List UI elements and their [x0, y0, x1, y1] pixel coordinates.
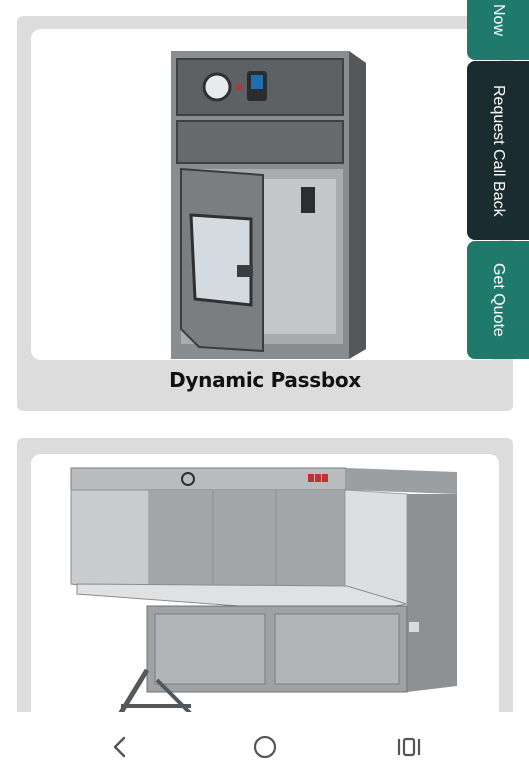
product-card[interactable]: Dynamic Passbox: [17, 16, 513, 411]
recents-bars-icon: [397, 737, 421, 757]
now-tab-label: Now: [490, 4, 507, 37]
product-card[interactable]: [17, 438, 513, 734]
get-quote-label: Get Quote: [490, 263, 507, 337]
product-title[interactable]: Dynamic Passbox: [17, 368, 513, 392]
laminar-flow-bench-image: [70, 467, 457, 718]
recents-button[interactable]: [389, 732, 429, 762]
status-strip: [0, 0, 529, 16]
circle-home-icon: [253, 735, 277, 759]
request-call-back-button[interactable]: Request Call Back: [467, 61, 529, 240]
product-image-passbox[interactable]: [31, 29, 499, 360]
back-button[interactable]: [100, 732, 140, 762]
chevron-left-icon: [113, 736, 126, 758]
passbox-image: [171, 51, 366, 359]
home-button[interactable]: [245, 732, 285, 762]
product-image-laminar-bench[interactable]: [31, 454, 499, 734]
request-call-back-label: Request Call Back: [490, 84, 507, 217]
now-tab-button[interactable]: Now: [467, 0, 529, 60]
get-quote-button[interactable]: Get Quote: [467, 241, 529, 359]
system-navigation-bar: [0, 712, 529, 780]
